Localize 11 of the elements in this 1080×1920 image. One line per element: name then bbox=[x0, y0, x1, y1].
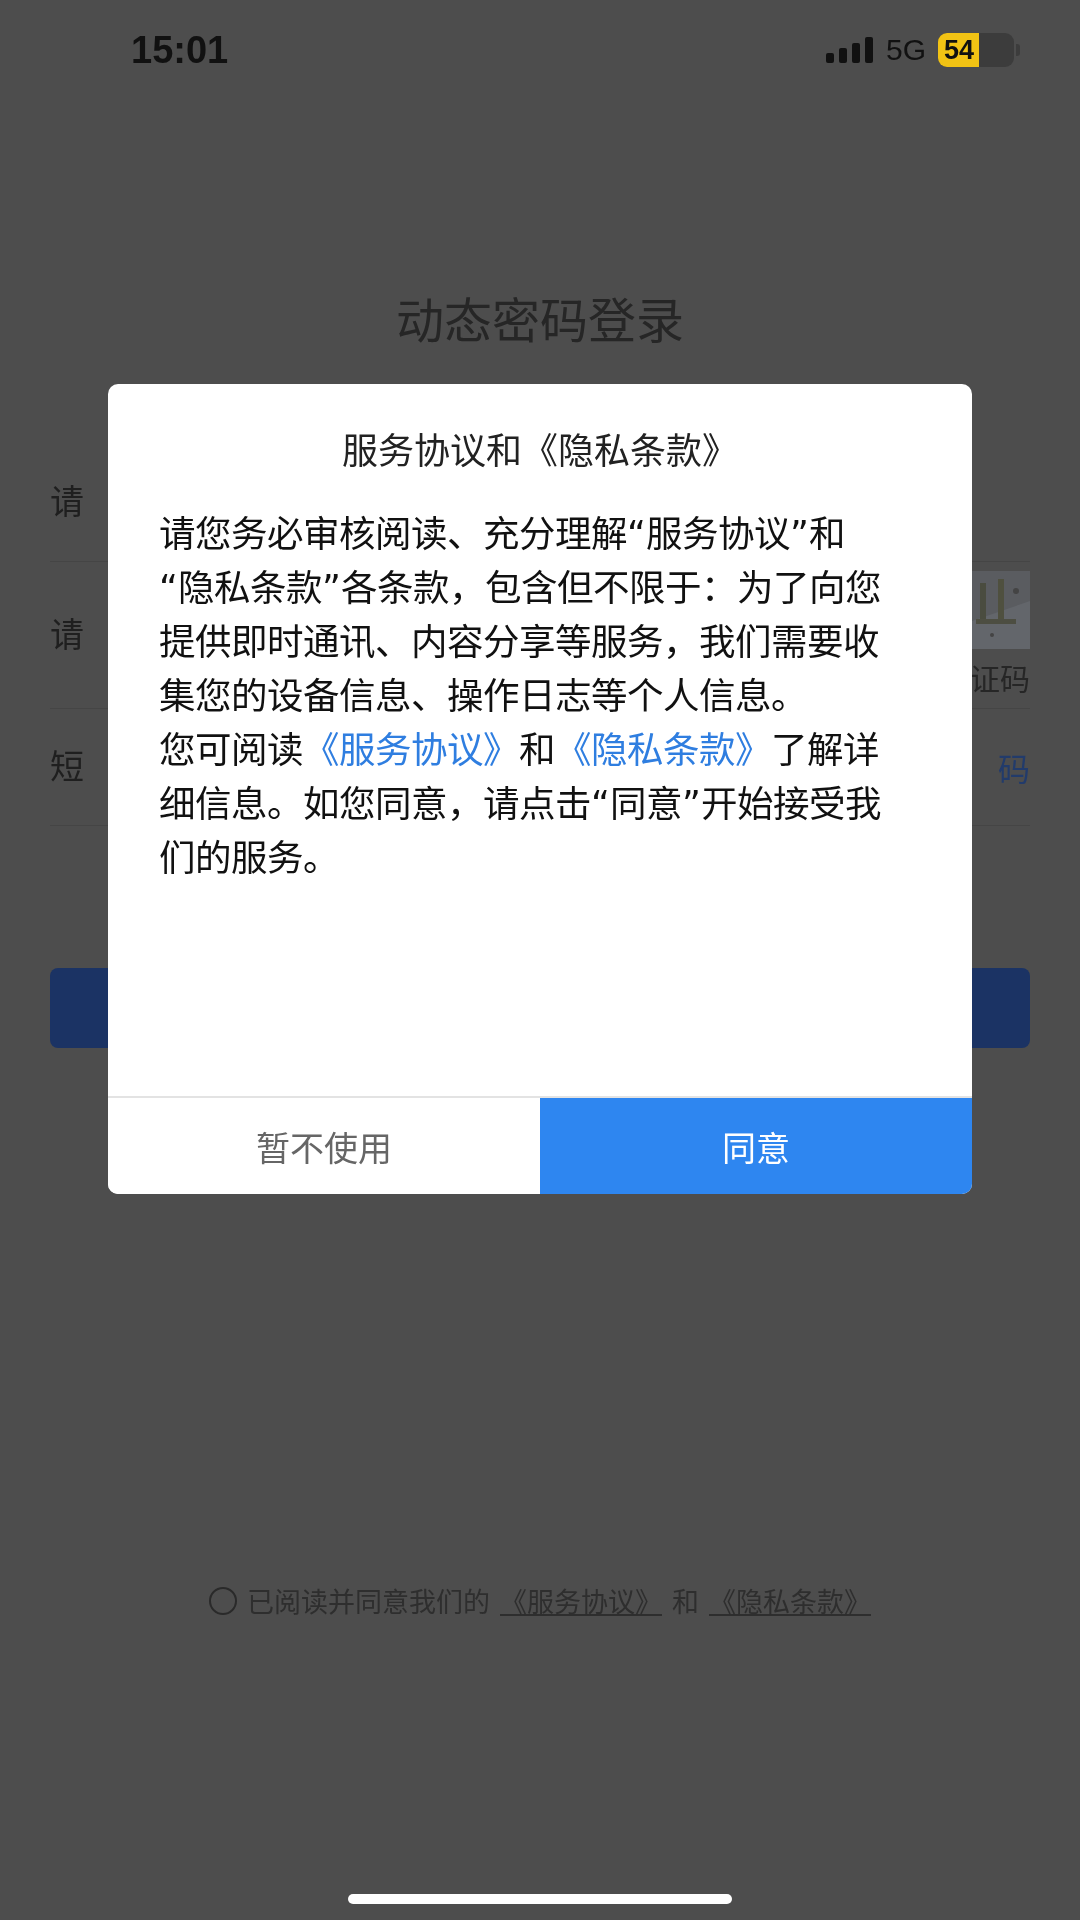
dialog-paragraph: 请您务必审核阅读、充分理解“服务协议”和“隐私条款”各条款，包含但不限于：为了向您提供即时通讯、内容分享等服务，我们需要收集您的设备信息、操作日志等个人信息。 bbox=[159, 512, 882, 720]
terms-link[interactable]: 《服务协议》 bbox=[303, 729, 519, 772]
battery-icon: 54 bbox=[938, 33, 1014, 67]
agree-button[interactable]: 同意 bbox=[540, 1098, 972, 1194]
terms-link[interactable]: 《隐私条款》 bbox=[555, 729, 771, 772]
status-time: 15:01 bbox=[131, 28, 229, 72]
dialog-title: 服务协议和《隐私条款》 bbox=[341, 430, 739, 474]
dialog-paragraph: 您可阅读《服务协议》和《隐私条款》了解详细信息。如您同意，请点击“同意”开始接受我们的服务。 bbox=[159, 728, 882, 882]
signal-icon bbox=[825, 37, 874, 63]
network-label: 5G bbox=[885, 33, 926, 67]
agree-checkbox[interactable] bbox=[209, 1586, 237, 1615]
